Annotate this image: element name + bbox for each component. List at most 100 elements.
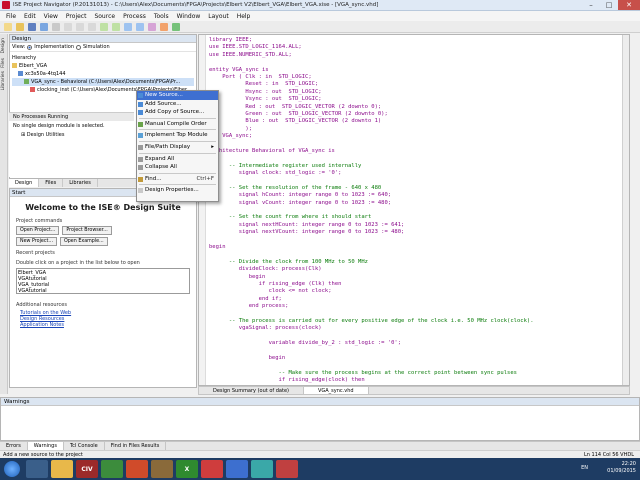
code-line[interactable]: begin (209, 274, 621, 281)
taskbar-excel-icon[interactable]: X (176, 460, 198, 478)
cut-icon[interactable] (64, 22, 72, 31)
paste-icon[interactable] (88, 22, 96, 31)
project-browser-button[interactable]: Project Browser... (62, 226, 112, 235)
zoom-icon[interactable] (136, 22, 144, 31)
code-line[interactable] (209, 177, 621, 184)
implementation-radio[interactable] (27, 44, 33, 50)
code-line[interactable]: divideClock: process(Clk) (209, 266, 621, 273)
code-line[interactable] (209, 207, 621, 214)
help-icon[interactable] (172, 22, 180, 31)
code-line[interactable]: architecture Behavioral of VGA_sync is (209, 148, 621, 155)
code-line[interactable]: end process; (209, 303, 621, 310)
open-example-button[interactable]: Open Example... (59, 237, 108, 246)
editor-scrollbar[interactable] (622, 35, 629, 385)
start-button[interactable] (4, 461, 20, 477)
code-line[interactable]: -- Make sure the process begins at the c… (209, 370, 621, 377)
taskbar-ise-icon[interactable] (126, 460, 148, 478)
code-line[interactable]: signal hCount: integer range 0 to 1023 :… (209, 192, 621, 199)
minimize-icon[interactable]: – (582, 0, 600, 10)
code-line[interactable]: Red : out STD_LOGIC_VECTOR (2 downto 0); (209, 104, 621, 111)
recent-projects-list[interactable]: Elbert_VGA VGAtutorial VGA_tutorial VGAt… (16, 268, 190, 294)
code-line[interactable] (209, 333, 621, 340)
code-line[interactable]: -- Intermediate register used internally (209, 163, 621, 170)
code-line[interactable]: ); (209, 126, 621, 133)
code-line[interactable]: Blue : out STD_LOGIC_VECTOR (2 downto 1) (209, 118, 621, 125)
menu-item-find[interactable]: Find... Ctrl+F (137, 175, 218, 184)
code-line[interactable]: entity VGA_sync is (209, 67, 621, 74)
save-all-icon[interactable] (40, 22, 48, 31)
strip-tab-files[interactable]: Files (1, 58, 6, 68)
tab-design-summary[interactable]: Design Summary (out of date) (199, 387, 304, 394)
code-line[interactable] (209, 347, 621, 354)
code-line[interactable]: begin (209, 244, 621, 251)
menu-item-add-copy-of-source[interactable]: Add Copy of Source... (137, 108, 218, 117)
code-line[interactable] (209, 237, 621, 244)
menu-tools[interactable]: Tools (154, 13, 169, 20)
code-line[interactable] (209, 310, 621, 317)
code-line[interactable] (209, 251, 621, 258)
code-line[interactable]: Port ( Clk : in STD_LOGIC; (209, 74, 621, 81)
tree-node-vga-sync[interactable]: VGA_sync - Behavioral (C:\Users\Alex\Doc… (12, 78, 194, 86)
tab-files[interactable]: Files (39, 179, 64, 187)
tab-errors[interactable]: Errors (0, 442, 28, 450)
menu-item-design-properties[interactable]: Design Properties... (137, 186, 218, 195)
code-line[interactable]: -- The process is carried out for every … (209, 318, 621, 325)
close-icon[interactable]: ✕ (618, 0, 640, 10)
menu-item-expand-all[interactable]: Expand All (137, 155, 218, 164)
taskbar-app-icon[interactable] (276, 460, 298, 478)
taskbar-app-icon[interactable] (251, 460, 273, 478)
code-line[interactable]: if rising_edge (Clk) then (209, 281, 621, 288)
maximize-icon[interactable]: □ (600, 0, 618, 10)
tab-warnings[interactable]: Warnings (27, 442, 64, 450)
open-project-button[interactable]: Open Project... (16, 226, 60, 235)
taskbar-app-icon[interactable] (226, 460, 248, 478)
menu-layout[interactable]: Layout (208, 13, 228, 20)
code-line[interactable]: Green : out STD_LOGIC_VECTOR (2 downto 0… (209, 111, 621, 118)
taskbar-app-icon[interactable] (101, 460, 123, 478)
code-line[interactable]: signal nextVCount: integer range 0 to 10… (209, 229, 621, 236)
taskbar-civ-icon[interactable]: CIV (76, 460, 98, 478)
taskbar-explorer-icon[interactable] (51, 460, 73, 478)
tab-find-in-files[interactable]: Find in Files Results (105, 442, 167, 450)
save-icon[interactable] (28, 22, 36, 31)
menu-edit[interactable]: Edit (24, 13, 36, 20)
menu-file[interactable]: File (6, 13, 16, 20)
code-line[interactable] (209, 59, 621, 66)
run-icon[interactable] (160, 22, 168, 31)
tab-design[interactable]: Design (9, 179, 40, 187)
tree-node-project[interactable]: Elbert_VGA (12, 62, 194, 70)
find-icon[interactable] (124, 22, 132, 31)
code-line[interactable]: -- Set the resolution of the frame - 640… (209, 185, 621, 192)
code-line[interactable]: Vsync : out STD_LOGIC; (209, 96, 621, 103)
copy-icon[interactable] (76, 22, 84, 31)
redo-icon[interactable] (112, 22, 120, 31)
taskbar-ie-icon[interactable] (26, 460, 48, 478)
code-line[interactable]: signal nextHCount: integer range 0 to 10… (209, 222, 621, 229)
tab-tcl-console[interactable]: Tcl Console (64, 442, 105, 450)
design-utilities-item[interactable]: ⊞ Design Utilities (13, 132, 130, 138)
menu-item-add-source[interactable]: Add Source... (137, 100, 218, 109)
taskbar-app-icon[interactable] (201, 460, 223, 478)
menu-item-file-path-display[interactable]: File/Path Display ▸ (137, 143, 218, 152)
application-notes-link[interactable]: Application Notes (20, 322, 196, 328)
tab-libraries[interactable]: Libraries (63, 179, 98, 187)
code-line[interactable]: variable divide_by_2 : std_logic := '0'; (209, 340, 621, 347)
menu-process[interactable]: Process (123, 13, 146, 20)
code-line[interactable]: Hsync : out STD_LOGIC; (209, 89, 621, 96)
code-line[interactable] (209, 362, 621, 369)
taskbar-app-icon[interactable] (151, 460, 173, 478)
code-line[interactable]: signal vCount: integer range 0 to 1023 :… (209, 200, 621, 207)
code-line[interactable]: signal clock: std_logic := '0'; (209, 170, 621, 177)
new-file-icon[interactable] (4, 22, 12, 31)
strip-tab-design[interactable]: Design (1, 38, 6, 54)
code-line[interactable]: end VGA_sync; (209, 133, 621, 140)
menu-item-new-source[interactable]: New Source... (137, 91, 218, 100)
list-item[interactable]: VGAtutorial (18, 288, 188, 294)
system-clock[interactable]: 22:20 01/09/2015 (607, 461, 636, 475)
code-line[interactable]: if rising_edge(clock) then (209, 377, 621, 384)
code-line[interactable]: Reset : in STD_LOGIC; (209, 81, 621, 88)
menu-project[interactable]: Project (66, 13, 87, 20)
simulation-radio[interactable] (75, 44, 81, 50)
code-line[interactable]: vgaSignal: process(clock) (209, 325, 621, 332)
menu-view[interactable]: View (44, 13, 58, 20)
